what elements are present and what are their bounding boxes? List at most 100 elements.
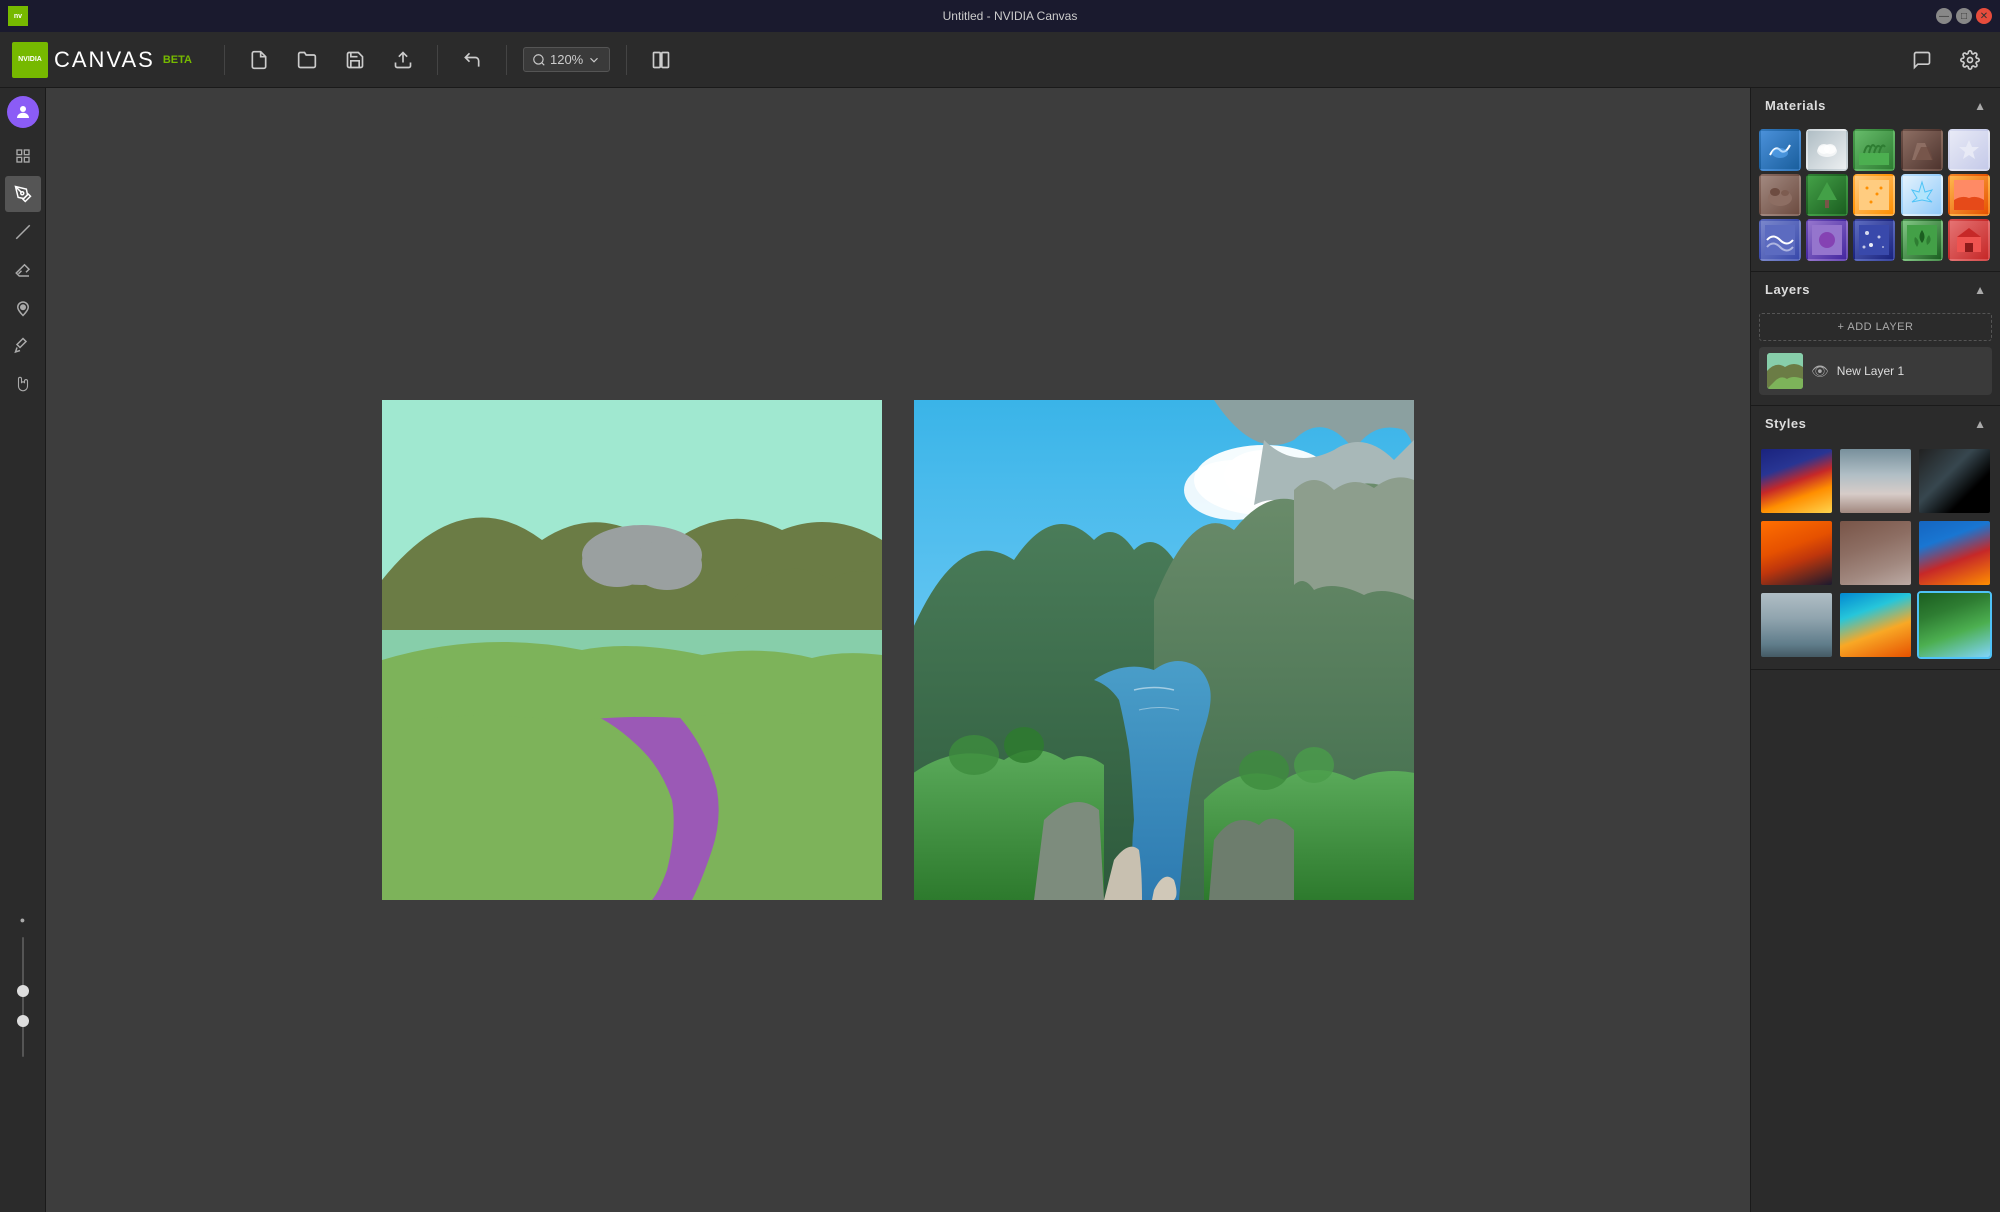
styles-title: Styles	[1765, 416, 1806, 431]
style-thumb-9	[1919, 593, 1990, 657]
style-alpine[interactable]	[1917, 591, 1992, 659]
style-thumb-4	[1761, 521, 1832, 585]
chat-button[interactable]	[1904, 42, 1940, 78]
pan-tool-button[interactable]	[5, 366, 41, 402]
layers-section: Layers ▲ + ADD LAYER 👁 New Layer 1	[1751, 272, 2000, 406]
add-layer-button[interactable]: + ADD LAYER	[1759, 313, 1992, 341]
zoom-control[interactable]: 120%	[523, 47, 610, 72]
material-green2[interactable]	[1901, 219, 1943, 261]
material-cloud[interactable]	[1806, 129, 1848, 171]
material-sand[interactable]	[1853, 174, 1895, 216]
main-area: ●	[0, 88, 2000, 1212]
user-avatar[interactable]	[7, 96, 39, 128]
slider-track	[22, 937, 24, 1057]
style-tropical[interactable]	[1838, 591, 1913, 659]
save-button[interactable]	[337, 42, 373, 78]
photo-svg	[914, 400, 1414, 900]
layer-item[interactable]: 👁 New Layer 1	[1759, 347, 1992, 395]
materials-title: Materials	[1765, 98, 1826, 113]
settings-button[interactable]	[1952, 42, 1988, 78]
toolbar-separator-2	[437, 45, 438, 75]
brush-tool-button[interactable]	[5, 176, 41, 212]
grid-toggle-button[interactable]	[5, 138, 41, 174]
material-purple[interactable]	[1806, 219, 1848, 261]
style-dark-arch[interactable]	[1917, 447, 1992, 515]
materials-header[interactable]: Materials ▲	[1751, 88, 2000, 123]
canvas-area	[46, 88, 1750, 1212]
style-cloud-dramatic[interactable]	[1838, 447, 1913, 515]
titlebar-logo: nv	[8, 6, 28, 26]
material-dirt[interactable]	[1759, 174, 1801, 216]
canvas-text: CANVAS	[54, 47, 155, 73]
nvidia-logo-icon: nv	[8, 6, 28, 26]
toolbar-separator-1	[224, 45, 225, 75]
app-logo: NVIDIA CANVAS BETA	[12, 42, 192, 78]
slider-handle-top[interactable]	[17, 985, 29, 997]
eyedropper-tool-button[interactable]	[5, 328, 41, 364]
open-button[interactable]	[289, 42, 325, 78]
style-sunset-sea[interactable]	[1917, 519, 1992, 587]
material-wave[interactable]	[1759, 219, 1801, 261]
style-thumb-6	[1919, 521, 1990, 585]
window-title: Untitled - NVIDIA Canvas	[28, 9, 1992, 23]
style-orange-mtn[interactable]	[1759, 519, 1834, 587]
material-water[interactable]	[1759, 129, 1801, 171]
style-misty[interactable]	[1759, 591, 1834, 659]
line-tool-button[interactable]	[5, 214, 41, 250]
drawing-canvas[interactable]	[382, 400, 882, 900]
toolbar-separator-4	[626, 45, 627, 75]
layer-thumbnail	[1767, 353, 1803, 389]
material-rock[interactable]	[1901, 129, 1943, 171]
style-thumb-8	[1840, 593, 1911, 657]
style-thumb-2	[1840, 449, 1911, 513]
titlebar: nv Untitled - NVIDIA Canvas — □ ✕	[0, 0, 2000, 32]
material-desert[interactable]	[1948, 174, 1990, 216]
styles-chevron: ▲	[1974, 417, 1986, 431]
minimize-button[interactable]: —	[1936, 8, 1952, 24]
export-button[interactable]	[385, 42, 421, 78]
style-thumb-3	[1919, 449, 1990, 513]
materials-grid	[1751, 123, 2000, 271]
slider-handle-bottom[interactable]	[17, 1015, 29, 1027]
materials-chevron: ▲	[1974, 99, 1986, 113]
styles-section: Styles ▲	[1751, 406, 2000, 670]
new-button[interactable]	[241, 42, 277, 78]
layers-header[interactable]: Layers ▲	[1751, 272, 2000, 307]
styles-grid	[1751, 441, 2000, 669]
material-snow[interactable]	[1948, 129, 1990, 171]
style-thumb-7	[1761, 593, 1832, 657]
beta-badge: BETA	[163, 54, 192, 66]
brush-size-slider[interactable]: ●	[0, 786, 45, 1186]
toggle-view-button[interactable]	[643, 42, 679, 78]
materials-section: Materials ▲	[1751, 88, 2000, 272]
undo-button[interactable]	[454, 42, 490, 78]
layer-name: New Layer 1	[1837, 364, 1984, 378]
material-grass[interactable]	[1853, 129, 1895, 171]
style-rocky[interactable]	[1838, 519, 1913, 587]
close-button[interactable]: ✕	[1976, 8, 1992, 24]
material-sparkle[interactable]	[1853, 219, 1895, 261]
material-barn[interactable]	[1948, 219, 1990, 261]
left-toolbar: ●	[0, 88, 46, 1212]
layers-content: + ADD LAYER 👁 New Layer 1	[1751, 307, 2000, 405]
zoom-value: 120%	[550, 52, 583, 67]
material-ice[interactable]	[1901, 174, 1943, 216]
toolbar-separator-3	[506, 45, 507, 75]
styles-header[interactable]: Styles ▲	[1751, 406, 2000, 441]
maximize-button[interactable]: □	[1956, 8, 1972, 24]
window-controls: — □ ✕	[1936, 8, 1992, 24]
style-thumb-5	[1840, 521, 1911, 585]
nvidia-text: NVIDIA	[18, 56, 42, 63]
style-mountains-blue[interactable]	[1759, 447, 1834, 515]
photo-canvas-inner	[914, 400, 1414, 900]
main-toolbar: NVIDIA CANVAS BETA 120%	[0, 32, 2000, 88]
photo-canvas	[914, 400, 1414, 900]
fill-tool-button[interactable]	[5, 290, 41, 326]
drawing-svg	[382, 400, 882, 900]
layer-visibility-button[interactable]: 👁	[1811, 363, 1829, 380]
layers-title: Layers	[1765, 282, 1810, 297]
material-tree[interactable]	[1806, 174, 1848, 216]
eraser-tool-button[interactable]	[5, 252, 41, 288]
layers-chevron: ▲	[1974, 283, 1986, 297]
style-thumb-1	[1761, 449, 1832, 513]
